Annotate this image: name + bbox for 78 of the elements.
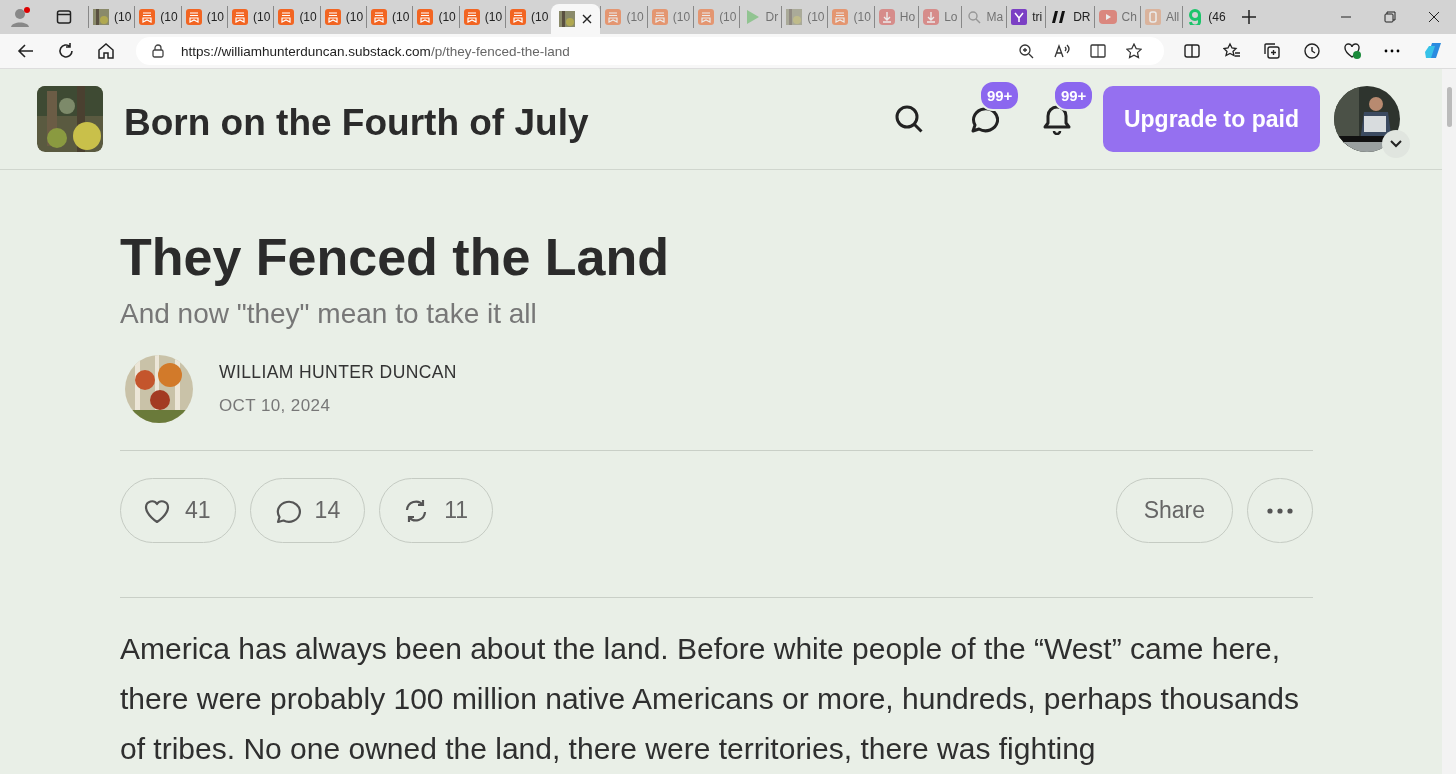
tab-title: (10 — [206, 10, 225, 24]
browser-tab[interactable]: DR — [1045, 6, 1094, 28]
search-icon — [965, 9, 982, 25]
tab-title: DR — [1073, 10, 1091, 24]
url-text: https://williamhunterduncan.substack.com/p/they-fenced-the-land — [181, 43, 570, 59]
download-icon — [923, 9, 940, 25]
browser-tab[interactable]: (10 — [366, 6, 413, 28]
bookmark-icon — [139, 9, 156, 25]
tab-title: (10 — [672, 10, 691, 24]
browser-tab[interactable]: (10 — [273, 6, 320, 28]
bookmark-icon — [832, 9, 849, 25]
bookmark-icon — [698, 9, 715, 25]
play-icon — [1098, 10, 1117, 24]
browser-tab[interactable]: (10 — [227, 6, 274, 28]
tab-title: Ma — [986, 10, 1004, 24]
browser-tab[interactable]: (10 — [458, 6, 506, 28]
tab-title: (10 — [160, 10, 178, 24]
tab-title: (10 — [438, 10, 456, 24]
tab-title: (46 — [1208, 10, 1226, 24]
tab-title: Dr — [765, 10, 779, 24]
post-title: They Fenced the Land — [120, 227, 670, 288]
tab-title: (10 — [253, 10, 271, 24]
tab-title: (10 — [531, 10, 549, 24]
publication-title[interactable]: Born on the Fourth of July — [124, 102, 589, 144]
browser-tab[interactable] — [551, 4, 601, 34]
browser-tab[interactable]: tri — [1006, 6, 1046, 28]
tab-title: Ch — [1121, 10, 1137, 24]
letter-tile-icon — [1011, 9, 1028, 25]
bookmark-icon — [232, 9, 249, 25]
thumbnail-icon — [93, 9, 109, 25]
tab-title: (10 — [345, 10, 364, 24]
tab-title: (10 — [853, 10, 871, 24]
tab-title: (10 — [626, 10, 644, 24]
browser-tab[interactable]: (46 — [1182, 6, 1229, 28]
browser-tab[interactable]: (10 — [319, 6, 367, 28]
tab-title: Ho — [899, 10, 916, 24]
author-name[interactable]: WILLIAM HUNTER DUNCAN — [219, 362, 457, 383]
tab-title: (10 — [114, 10, 132, 24]
bookmark-icon — [605, 9, 622, 25]
notification-badge: 99+ — [978, 80, 1021, 111]
bookmark-icon — [463, 9, 480, 25]
notification-badge: 99+ — [1052, 80, 1095, 111]
tab-title: (10 — [719, 10, 737, 24]
close-tab-icon[interactable] — [582, 14, 593, 24]
browser-tab[interactable]: (10 — [412, 6, 459, 28]
download-icon — [878, 9, 895, 25]
bookmark-icon — [371, 9, 388, 25]
chevron-icon[interactable] — [1382, 130, 1410, 158]
post-subtitle: And now "they" mean to take it all — [120, 298, 538, 330]
browser-tab[interactable]: (10 — [180, 6, 228, 28]
bookmark-icon — [417, 9, 434, 25]
tab-title: Lo — [944, 10, 958, 24]
play-icon — [744, 9, 761, 25]
browser-tab[interactable]: (10 — [88, 6, 135, 28]
tab-title: All — [1165, 10, 1180, 24]
tab-title: (10 — [807, 10, 825, 24]
body-paragraph: America has always been about the land. Before white people of the “West” came here, there were probably 100 million native Americans or more, hundreds, perhaps thousands of tribes. No one owned the land, there were territories, there was fighting — [120, 631, 1300, 767]
lock-icon[interactable] — [152, 44, 164, 58]
profile-icon[interactable] — [10, 6, 32, 28]
more-icon — [1267, 507, 1293, 514]
scrollbar[interactable] — [1442, 69, 1456, 774]
tile-icon — [1144, 9, 1161, 25]
bookmark-icon — [324, 9, 341, 25]
thumbnail-icon — [786, 9, 803, 25]
bookmark-icon — [185, 9, 202, 25]
upgrade-button[interactable]: Upgrade to paid — [1102, 86, 1320, 152]
thumbnail-icon — [559, 11, 576, 27]
tab-title: (10 — [484, 10, 503, 24]
bookmark-icon — [651, 9, 668, 25]
post-date: OCT 10, 2024 — [219, 396, 332, 416]
browser-tab[interactable]: (10 — [134, 6, 181, 28]
bookmark-icon — [510, 9, 527, 25]
tab-title: tri — [1032, 10, 1043, 24]
browser-tab[interactable]: (10 — [505, 6, 552, 28]
tab-title: (10 — [392, 10, 410, 24]
bookmark-icon — [278, 9, 295, 25]
tab-title: (10 — [299, 10, 317, 24]
address-bar[interactable]: https://williamhunterduncan.substack.com/p/they-fenced-the-land — [136, 37, 1164, 65]
